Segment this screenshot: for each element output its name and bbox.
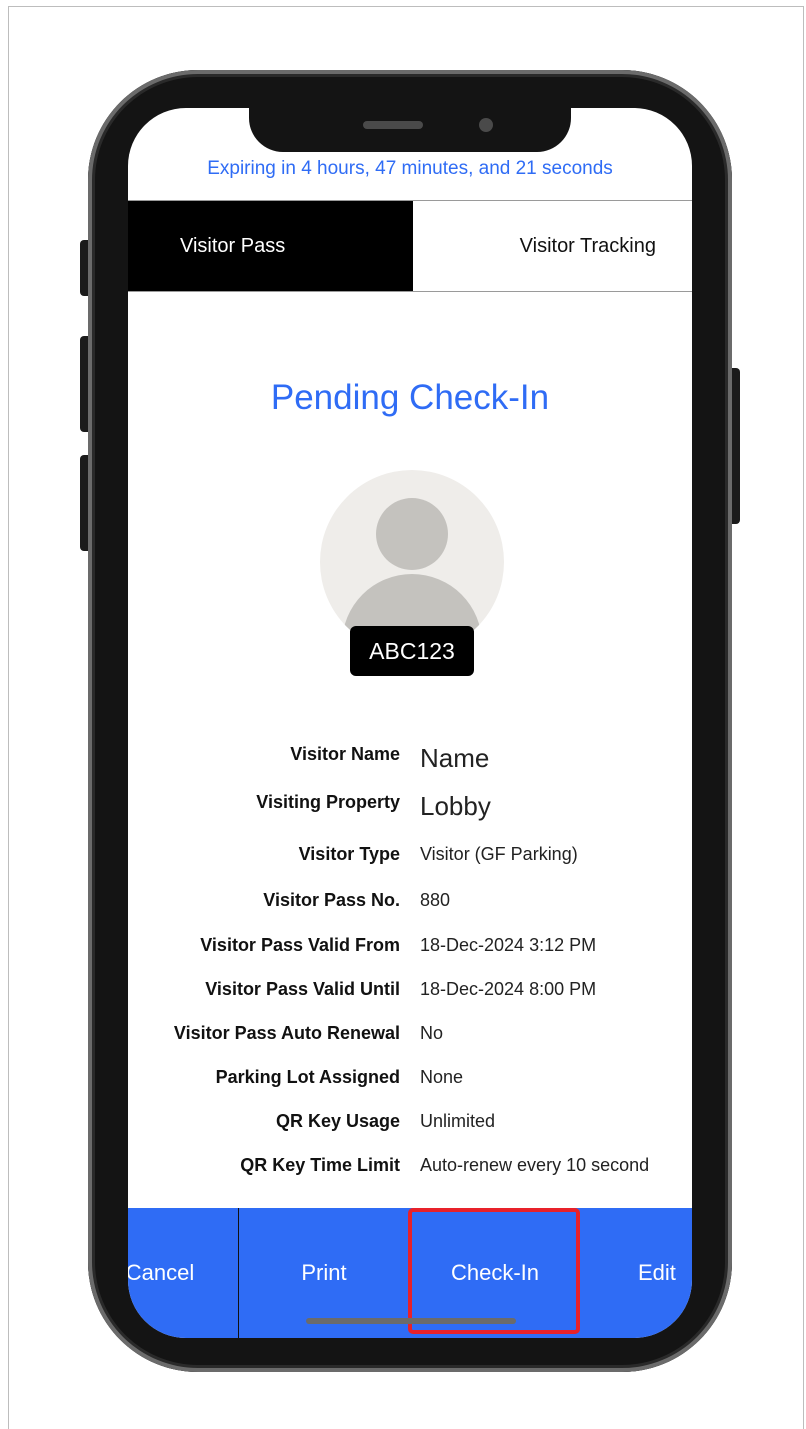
detail-row: Visiting Property Lobby	[128, 786, 692, 821]
status-title: Pending Check-In	[270, 378, 550, 417]
detail-label: Visitor Pass Valid From	[200, 935, 400, 955]
detail-label: Visitor Pass Valid Until	[205, 979, 400, 999]
detail-label: QR Key Time Limit	[240, 1155, 400, 1175]
detail-row: Visitor Pass Valid From 18-Dec-2024 3:12…	[128, 929, 692, 961]
detail-row: QR Key Usage Unlimited	[128, 1105, 692, 1137]
detail-row: Visitor Pass No. 880	[128, 884, 692, 916]
detail-value: 18-Dec-2024 3:12 PM	[420, 935, 597, 955]
plate-badge: ABC123	[350, 626, 474, 676]
detail-label: Visitor Pass No.	[263, 890, 400, 910]
detail-row: Parking Lot Assigned None	[128, 1061, 692, 1093]
detail-value: Name	[420, 743, 490, 773]
phone-screen: Expiring in 4 hours, 47 minutes, and 21 …	[128, 108, 692, 1338]
detail-row: Visitor Pass Auto Renewal No	[128, 1017, 692, 1049]
detail-value: Auto-renew every 10 second	[420, 1155, 650, 1175]
detail-label: Visitor Name	[290, 744, 400, 764]
detail-row: QR Key Time Limit Auto-renew every 10 se…	[128, 1149, 692, 1181]
tab-visitor-tracking-label: Visitor Tracking	[519, 234, 656, 257]
detail-row: Visitor Type Visitor (GF Parking)	[128, 838, 692, 870]
detail-row: Visitor Name Name	[128, 738, 692, 773]
detail-value: 880	[420, 890, 451, 910]
detail-value: None	[420, 1067, 464, 1087]
speaker-grille	[363, 121, 423, 129]
check-in-highlight	[408, 1208, 580, 1334]
detail-value: Lobby	[420, 791, 491, 821]
phone-frame: Expiring in 4 hours, 47 minutes, and 21 …	[88, 70, 732, 1372]
detail-label: QR Key Usage	[275, 1111, 400, 1131]
home-indicator	[306, 1318, 516, 1324]
cancel-button[interactable]: Cancel	[128, 1208, 238, 1338]
tab-visitor-pass[interactable]: Visitor Pass	[128, 201, 413, 291]
edit-button[interactable]: Edit	[608, 1208, 692, 1338]
avatar-head	[376, 498, 448, 570]
detail-value: Visitor (GF Parking)	[420, 844, 578, 864]
detail-label: Visiting Property	[256, 792, 400, 812]
detail-label: Visitor Pass Auto Renewal	[173, 1023, 400, 1043]
expiry-countdown: Expiring in 4 hours, 47 minutes, and 21 …	[207, 158, 613, 179]
detail-value: Unlimited	[420, 1111, 496, 1131]
detail-label: Parking Lot Assigned	[215, 1067, 400, 1087]
tab-bar: Visitor Pass Visitor Tracking	[128, 200, 692, 292]
detail-value: No	[420, 1023, 444, 1043]
phone-notch	[249, 108, 571, 152]
detail-label: Visitor Type	[298, 844, 400, 864]
tab-visitor-pass-label: Visitor Pass	[180, 234, 286, 257]
front-camera-icon	[479, 118, 493, 132]
detail-value: 18-Dec-2024 8:00 PM	[420, 979, 597, 999]
tab-visitor-tracking[interactable]: Visitor Tracking	[413, 201, 692, 291]
detail-row: Visitor Pass Valid Until 18-Dec-2024 8:0…	[128, 973, 692, 1005]
